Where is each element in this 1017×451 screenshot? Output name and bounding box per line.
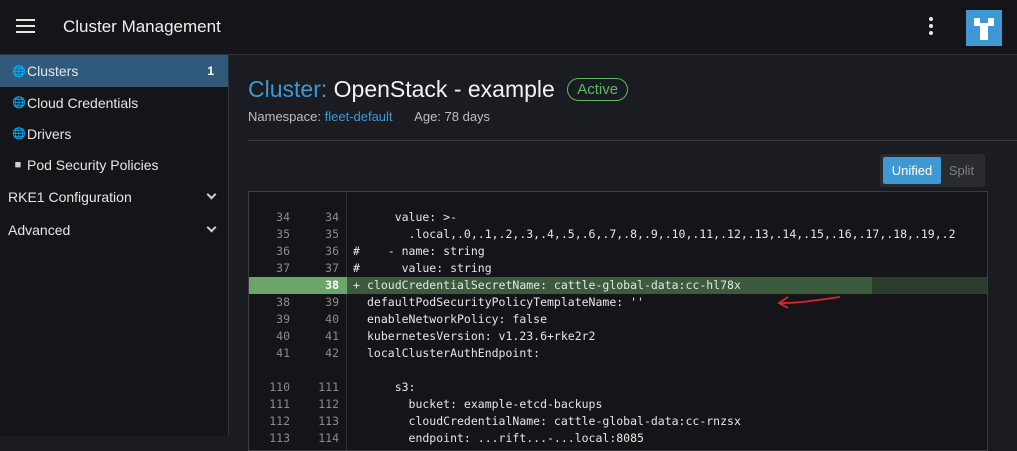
diff-row: 41 42 localClusterAuthEndpoint: — [249, 345, 987, 362]
sidebar-item-pod-security-policies[interactable]: ■ Pod Security Policies — [0, 149, 228, 180]
diff-row: 110 111 s3: — [249, 379, 987, 396]
resource-meta: Namespace: fleet-default Age: 78 days — [248, 109, 490, 124]
new-line-number: 41 — [325, 329, 339, 343]
code-line: enableNetworkPolicy: false — [367, 312, 548, 326]
sidebar-item-label: Pod Security Policies — [27, 156, 159, 173]
code-line: cloudCredentialSecretName: cattle-global… — [367, 278, 741, 292]
age-text: Age: 78 days — [414, 109, 491, 124]
new-line-number: 114 — [318, 431, 339, 445]
new-line-number: 39 — [325, 295, 339, 309]
code-line: s3: — [367, 380, 416, 394]
old-line-number: 112 — [269, 414, 290, 428]
code-line: cloudCredentialName: cattle-global-data:… — [367, 414, 741, 428]
diff-row: 113 114 endpoint: ...rift...-...local:808… — [249, 430, 987, 447]
split-button[interactable]: Split — [941, 157, 982, 184]
chevron-down-icon — [206, 189, 217, 200]
rancher-logo[interactable] — [966, 10, 1002, 46]
code-line: bucket: example-etcd-backups — [367, 397, 603, 411]
sidebar: 🌐 Clusters 1 🌐 Cloud Credentials 🌐 Drive… — [0, 55, 229, 436]
diff-marker: # — [353, 244, 360, 258]
new-line-number: 42 — [325, 346, 339, 360]
code-line: value: >- — [367, 210, 458, 224]
unified-button[interactable]: Unified — [883, 157, 941, 184]
old-line-number: 41 — [276, 346, 290, 360]
new-line-number: 34 — [325, 210, 339, 224]
old-line-number: 36 — [276, 244, 290, 258]
sidebar-item-cloud-credentials[interactable]: 🌐 Cloud Credentials — [0, 87, 228, 118]
status-badge: Active — [567, 78, 629, 101]
new-line-number: 113 — [318, 414, 339, 428]
more-options-icon[interactable] — [925, 16, 937, 38]
top-bar: Cluster Management — [0, 0, 1017, 55]
menu-icon[interactable] — [16, 19, 35, 34]
old-line-number: 39 — [276, 312, 290, 326]
app-title: Cluster Management — [63, 17, 221, 36]
diff-row: 38 39 defaultPodSecurityPolicyTemplateName… — [249, 294, 987, 311]
code-line: value: string — [367, 261, 492, 275]
sidebar-item-clusters[interactable]: 🌐 Clusters 1 — [0, 55, 228, 87]
code-line: endpoint: ...rift...-...local:8085 — [367, 431, 644, 445]
old-line-number: 37 — [276, 261, 290, 275]
namespace-link[interactable]: fleet-default — [325, 109, 393, 124]
chevron-down-icon — [206, 222, 217, 233]
sidebar-group-rke1-configuration[interactable]: RKE1 Configuration — [0, 180, 228, 213]
diff-marker: + — [353, 278, 360, 292]
diff-row: 39 40 enableNetworkPolicy: false — [249, 311, 987, 328]
clusters-count-badge: 1 — [207, 64, 214, 78]
diff-viewer[interactable]: 34 34 value: >- 35 35 .local,.0,.1,.2,.3,.4… — [248, 191, 988, 451]
sidebar-item-drivers[interactable]: 🌐 Drivers — [0, 118, 228, 149]
main-content: Cluster: OpenStack - example Active Name… — [229, 55, 1017, 451]
diff-row: 37 37 # value: string — [249, 260, 987, 277]
diff-marker: # — [353, 261, 360, 275]
diff-row: 111 112 bucket: example-etcd-backups — [249, 396, 987, 413]
diff-row: 36 36 # - name: string — [249, 243, 987, 260]
globe-icon: 🌐 — [12, 128, 26, 140]
diff-row: 35 35 .local,.0,.1,.2,.3,.4,.5,.6,.7,.8,.… — [249, 226, 987, 243]
old-line-number: 40 — [276, 329, 290, 343]
globe-icon: 🌐 — [12, 97, 26, 109]
code-line: localClusterAuthEndpoint: — [367, 346, 541, 360]
diff-row: 112 113 cloudCredentialName: cattle-globa… — [249, 413, 987, 430]
diff-row-added: 38 + cloudCredentialSecretName: cattle-glo… — [249, 277, 987, 294]
page-title: Cluster: OpenStack - example Active — [248, 76, 629, 103]
new-line-number: 112 — [318, 397, 339, 411]
new-line-number: 35 — [325, 227, 339, 241]
sidebar-group-label: Advanced — [8, 221, 71, 238]
sidebar-group-advanced[interactable]: Advanced — [0, 213, 228, 246]
old-line-number: 113 — [269, 431, 290, 445]
new-line-number: 40 — [325, 312, 339, 326]
diff-row — [249, 362, 987, 379]
sidebar-item-label: Clusters — [27, 63, 79, 79]
globe-icon: 🌐 — [12, 65, 26, 78]
added-line-highlight — [872, 277, 987, 294]
code-line: - name: string — [367, 244, 485, 258]
diff-mode-toggle: Unified Split — [880, 154, 985, 187]
namespace-label: Namespace: — [248, 109, 321, 124]
code-line: defaultPodSecurityPolicyTemplateName: '' — [367, 295, 644, 309]
old-line-number: 110 — [269, 380, 290, 394]
annotation-arrow — [777, 296, 841, 309]
code-line: kubernetesVersion: v1.23.6+rke2r2 — [367, 329, 596, 343]
diff-row: 34 34 value: >- — [249, 209, 987, 226]
divider — [248, 140, 1017, 141]
diff-row: 40 41 kubernetesVersion: v1.23.6+rke2r2 — [249, 328, 987, 345]
old-line-number: 111 — [269, 397, 290, 411]
resource-kind: Cluster: — [248, 76, 328, 102]
new-line-number: 111 — [318, 380, 339, 394]
old-line-number: 38 — [276, 295, 290, 309]
sidebar-item-label: Drivers — [27, 125, 72, 142]
folder-icon: ■ — [14, 158, 22, 171]
resource-name: OpenStack - example — [333, 76, 555, 102]
old-line-number: 34 — [276, 210, 290, 224]
new-line-number: 37 — [325, 261, 339, 275]
code-line: .local,.0,.1,.2,.3,.4,.5,.6,.7,.8,.9,.10… — [367, 227, 956, 241]
new-line-number: 38 — [325, 278, 339, 292]
new-line-number: 36 — [325, 244, 339, 258]
sidebar-group-label: RKE1 Configuration — [8, 188, 132, 205]
old-line-number: 35 — [276, 227, 290, 241]
sidebar-item-label: Cloud Credentials — [27, 94, 139, 111]
